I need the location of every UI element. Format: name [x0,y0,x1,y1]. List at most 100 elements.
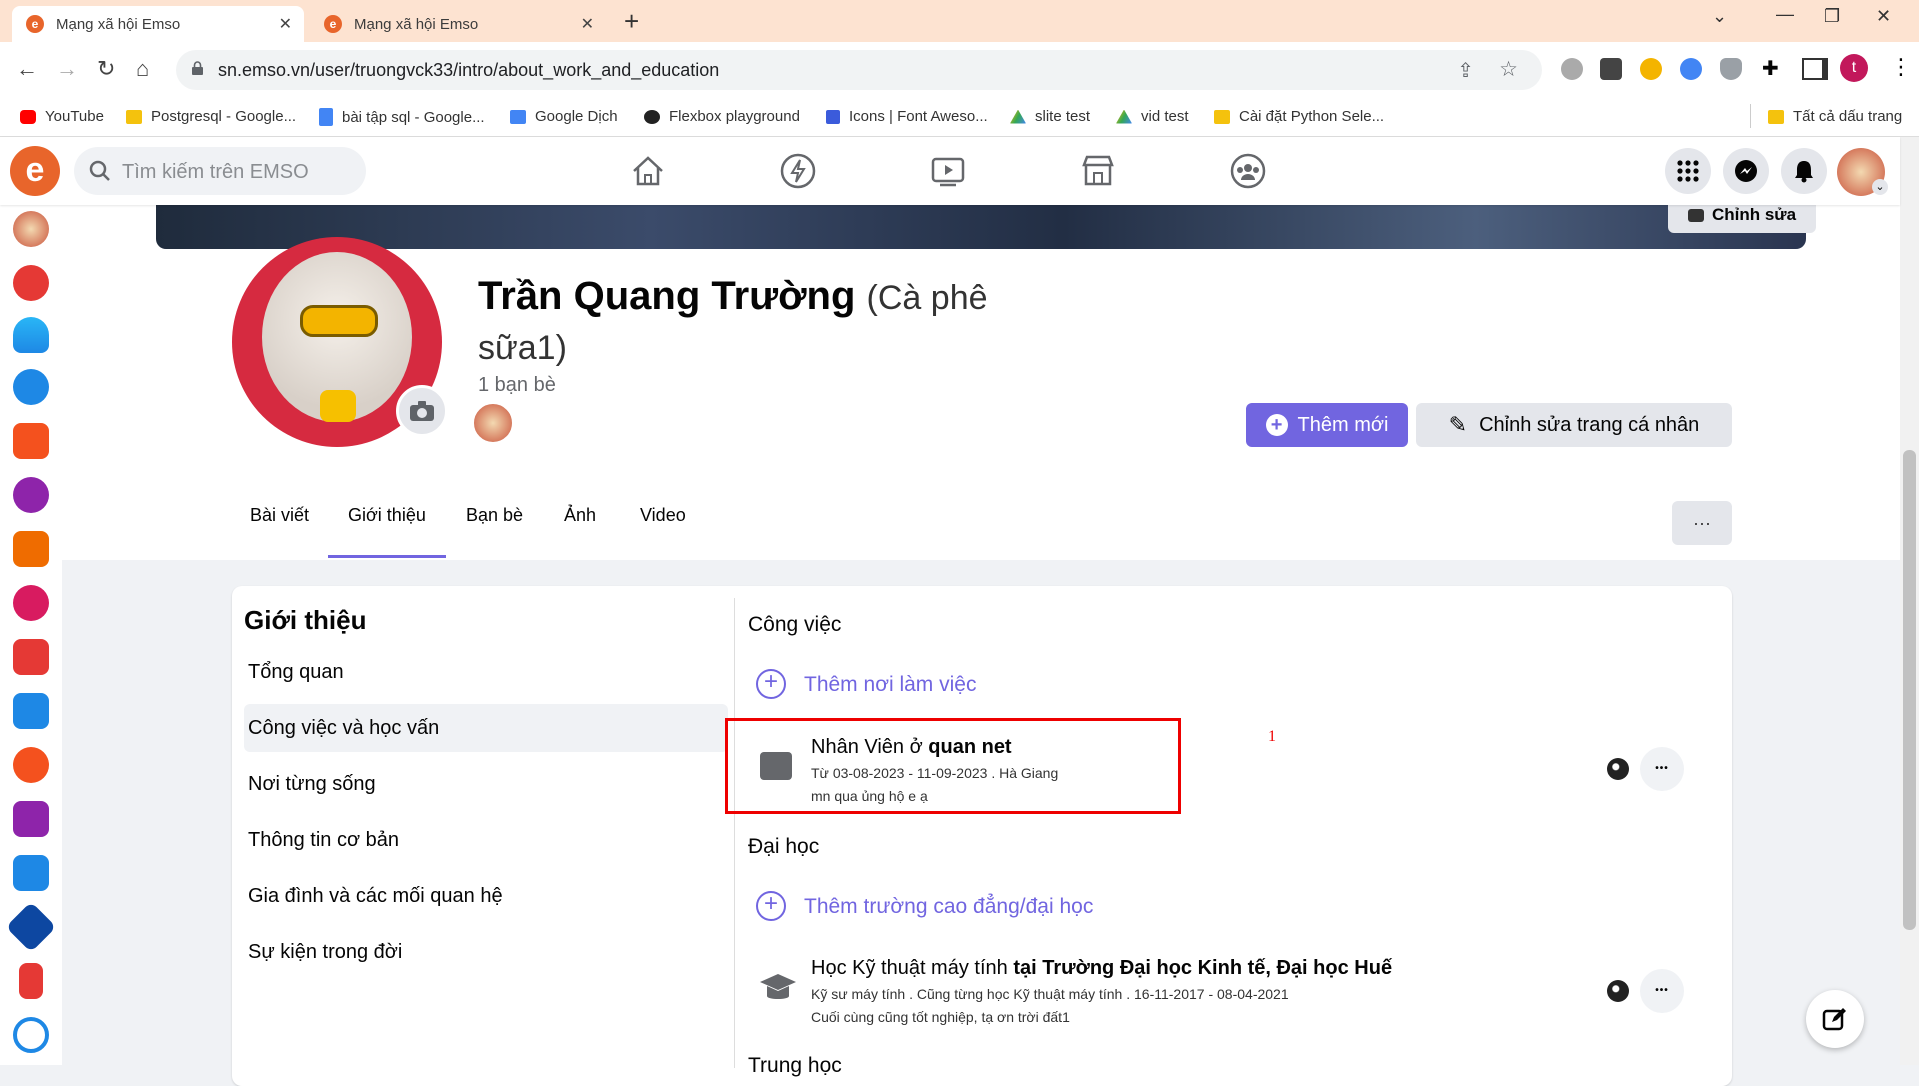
intro-menu-family-relationships[interactable]: Gia đình và các mối quan hệ [248,885,503,908]
friends-count[interactable]: 1 bạn bè [478,374,556,397]
profile-avatar[interactable]: t [1840,54,1868,82]
intro-divider [734,598,735,1068]
change-avatar-camera-icon[interactable] [396,385,448,437]
friend-avatar[interactable] [472,402,514,444]
live-play-icon[interactable] [13,585,49,621]
rail-profile-avatar[interactable] [13,211,49,247]
intro-menu-work-education[interactable]: Công việc và học vấn [248,717,439,740]
scrollbar-thumb[interactable] [1903,450,1916,930]
forward-icon[interactable]: → [56,56,78,82]
recruit-icon[interactable] [13,747,49,783]
chrome-menu-icon[interactable]: ⋮ [1890,54,1912,80]
home-icon[interactable]: ⌂ [136,56,149,82]
pages-flag-icon[interactable] [13,531,49,567]
bookmark-youtube[interactable]: YouTube [20,108,104,125]
extension-compass-icon[interactable] [1680,58,1702,80]
all-bookmarks[interactable]: Tất cả dấu trang [1768,108,1902,125]
search-input[interactable]: Tìm kiếm trên EMSO [74,147,366,195]
plus-circle-icon: + [1265,414,1288,436]
saved-bookmark-icon[interactable] [19,963,43,999]
tab-about[interactable]: Giới thiệu [348,505,426,526]
moment-lightning-icon[interactable] [778,151,818,191]
bookmark-sql[interactable]: bài tập sql - Google... [319,108,485,126]
reload-icon[interactable]: ↻ [97,56,115,82]
add-university-link[interactable]: + Thêm trường cao đẳng/đại học [756,890,1136,923]
address-bar[interactable]: sn.emso.vn/user/truongvck33/intro/about_… [176,50,1542,90]
extension-gear-icon[interactable] [1561,58,1583,80]
bookmark-flexbox[interactable]: Flexbox playground [644,108,800,125]
add-workplace-link[interactable]: + Thêm nơi làm việc [756,668,1016,701]
history-clock-icon[interactable] [13,1017,49,1053]
public-globe-icon[interactable] [1607,980,1629,1002]
intro-menu-places-lived[interactable]: Nơi từng sống [248,773,376,796]
emso-logo[interactable]: e [10,146,60,196]
edit-profile-button[interactable]: ✎ Chỉnh sửa trang cá nhân [1416,403,1732,447]
watch-video-icon[interactable] [928,151,968,191]
add-new-button[interactable]: + Thêm mới [1246,403,1408,447]
high-school-heading: Trung học [748,1054,842,1077]
bookmark-python-selenium[interactable]: Cài đặt Python Sele... [1214,108,1384,125]
back-icon[interactable]: ← [16,56,38,82]
groups-icon[interactable] [1228,151,1268,191]
tab-friends[interactable]: Bạn bè [466,505,523,526]
cover-photo [156,205,1806,249]
close-window-icon[interactable]: ✕ [1876,6,1891,27]
close-tab-icon[interactable]: ✕ [279,14,292,34]
university-name[interactable]: tại Trường Đại học Kinh tế, Đại học Huế [1013,957,1392,979]
browser-tab-1[interactable]: e Mạng xã hội Emso ✕ [12,6,304,42]
stats-icon[interactable] [13,693,49,729]
events-icon[interactable] [13,639,49,675]
notifications-button[interactable] [1781,148,1827,194]
chevron-down-icon[interactable]: ⌄ [1872,179,1888,195]
intro-menu-life-events[interactable]: Sự kiện trong đời [248,941,402,964]
watch-icon[interactable] [13,423,49,459]
home-icon[interactable] [628,151,668,191]
shop-icon[interactable] [13,855,49,891]
bookmark-vid-test[interactable]: vid test [1116,108,1189,125]
bookmark-star-icon[interactable]: ☆ [1499,57,1518,82]
new-tab-button[interactable]: + [624,6,639,37]
university-more-button[interactable]: ••• [1640,969,1684,1013]
extension-selenium-icon[interactable] [1600,58,1622,80]
extensions-puzzle-icon[interactable]: ✚ [1762,56,1779,81]
extension-clock-icon[interactable] [1640,58,1662,80]
compose-post-button[interactable] [1806,990,1864,1048]
share-icon[interactable]: ⇪ [1457,58,1474,83]
tab-photos[interactable]: Ảnh [564,505,596,526]
bookmark-slite-test[interactable]: slite test [1010,108,1090,125]
friends-icon[interactable] [13,317,49,353]
moment-icon[interactable] [13,265,49,301]
browser-tab-2[interactable]: e Mạng xã hội Emso ✕ [310,6,606,42]
bookmarks-bar: YouTube Postgresql - Google... bài tập s… [0,98,1919,137]
groups-icon[interactable] [13,369,49,405]
restore-icon[interactable]: ❐ [1824,6,1840,27]
tab-search-icon[interactable]: ⌄ [1712,6,1727,27]
extension-shield-icon[interactable] [1720,58,1742,80]
highlight-box [725,718,1181,814]
bell-icon [1795,161,1813,183]
side-panel-icon[interactable] [1802,58,1828,80]
tab-video[interactable]: Video [640,505,686,526]
intro-menu-basic-info[interactable]: Thông tin cơ bản [248,829,399,852]
learning-cap-icon[interactable] [13,801,49,837]
profile-name: Trần Quang Trường (Cà phê sữa1) [478,272,1038,372]
more-options-button[interactable]: ··· [1672,501,1732,545]
bookmark-google-translate[interactable]: Google Dịch [510,108,618,125]
tab-posts[interactable]: Bài viết [250,505,309,526]
bookmark-font-awesome[interactable]: Icons | Font Aweso... [826,108,988,125]
marketplace-icon[interactable] [1078,151,1118,191]
bookmark-postgresql[interactable]: Postgresql - Google... [126,108,296,125]
bookmark-label: Cài đặt Python Sele... [1239,108,1385,125]
minimize-icon[interactable]: — [1776,4,1794,25]
lock-icon [192,61,203,75]
messenger-button[interactable] [1723,148,1769,194]
intro-menu-overview[interactable]: Tổng quan [248,661,344,684]
public-globe-icon[interactable] [1607,758,1629,780]
display-name: Trần Quang Trường [478,274,856,318]
music-icon[interactable] [13,477,49,513]
bookmark-label: Google Dịch [535,108,618,125]
ticket-icon[interactable] [5,901,57,953]
apps-menu-button[interactable] [1665,148,1711,194]
work-more-button[interactable]: ••• [1640,747,1684,791]
close-tab-icon[interactable]: ✕ [581,14,594,34]
